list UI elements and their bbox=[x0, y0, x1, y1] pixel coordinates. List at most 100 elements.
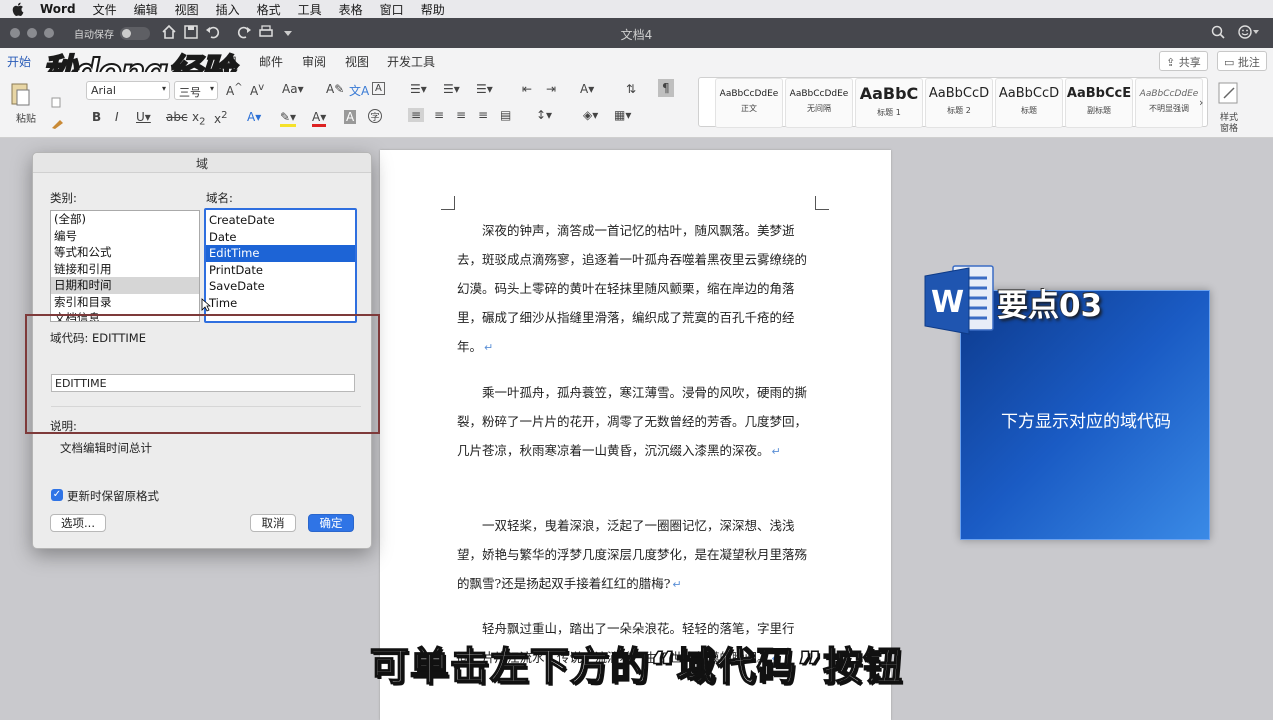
smiley-feedback-icon[interactable] bbox=[1238, 25, 1259, 43]
subscript-icon[interactable]: x2 bbox=[192, 110, 205, 127]
format-painter-icon[interactable] bbox=[50, 116, 66, 133]
field-name-item-selected[interactable]: EditTime bbox=[206, 245, 355, 262]
distributed-icon[interactable]: ▤ bbox=[500, 108, 511, 122]
close-window-button[interactable] bbox=[10, 28, 20, 38]
cancel-button[interactable]: 取消 bbox=[250, 514, 296, 532]
character-border-icon[interactable]: A bbox=[372, 82, 385, 95]
share-button[interactable]: ⇪ 共享 bbox=[1159, 51, 1208, 71]
print-icon[interactable] bbox=[258, 24, 276, 42]
search-icon[interactable] bbox=[1211, 25, 1229, 43]
show-formatting-marks-icon[interactable]: ¶ bbox=[658, 79, 674, 97]
clear-format-icon[interactable]: A✎ bbox=[326, 82, 344, 96]
field-name-item[interactable]: Time bbox=[206, 295, 355, 312]
field-name-item[interactable]: PrintDate bbox=[206, 262, 355, 279]
category-item[interactable]: 链接和引用 bbox=[51, 261, 199, 278]
menu-insert[interactable]: 插入 bbox=[216, 1, 240, 18]
style-sample: AaBbCcDdEe bbox=[719, 89, 779, 99]
underline-icon[interactable]: U▾ bbox=[136, 110, 151, 124]
shrink-font-icon[interactable]: Av bbox=[250, 82, 264, 98]
bullets-icon[interactable]: ☰▾ bbox=[410, 82, 427, 96]
tab-view[interactable]: 视图 bbox=[345, 53, 369, 70]
style-heading-1[interactable]: AaBbC 标题 1 bbox=[855, 78, 923, 128]
bold-icon[interactable]: B bbox=[92, 110, 101, 124]
preserve-format-checkbox[interactable]: ✓ bbox=[51, 489, 63, 501]
text-direction-icon[interactable]: A▾ bbox=[580, 82, 594, 96]
options-button[interactable]: 选项... bbox=[50, 514, 106, 532]
character-shading-icon[interactable]: A bbox=[344, 110, 357, 124]
field-name-item[interactable]: SaveDate bbox=[206, 278, 355, 295]
align-center-icon[interactable]: ≡ bbox=[434, 108, 444, 122]
category-item[interactable]: (全部) bbox=[51, 211, 199, 228]
field-name-item[interactable]: CreateDate bbox=[206, 212, 355, 229]
paste-icon[interactable] bbox=[9, 80, 33, 111]
field-name-item[interactable]: Date bbox=[206, 229, 355, 246]
grow-font-icon[interactable]: A^ bbox=[226, 82, 243, 98]
menu-help[interactable]: 帮助 bbox=[421, 1, 445, 18]
increase-indent-icon[interactable]: ⇥ bbox=[546, 82, 556, 96]
font-color-icon[interactable]: A▾ bbox=[312, 110, 327, 127]
menu-format[interactable]: 格式 bbox=[257, 1, 281, 18]
shading-icon[interactable]: ◈▾ bbox=[583, 108, 598, 122]
styles-pane-icon[interactable] bbox=[1216, 80, 1242, 109]
style-subtle-emphasis[interactable]: AaBbCcDdEe 不明显强调 bbox=[1135, 78, 1203, 128]
category-item-selected[interactable]: 日期和时间 bbox=[51, 277, 199, 294]
enclose-character-icon[interactable]: 字 bbox=[368, 109, 382, 123]
style-heading-2[interactable]: AaBbCcD 标题 2 bbox=[925, 78, 993, 128]
save-icon[interactable] bbox=[183, 24, 201, 42]
ribbon-toolbar: 粘贴 Arial ▾ 三号 ▾ A^ Av Aa▾ A✎ 文A A B I U▾… bbox=[0, 72, 1273, 138]
undo-icon[interactable] bbox=[205, 24, 223, 42]
customize-toolbar-icon[interactable] bbox=[283, 27, 301, 45]
style-subtitle[interactable]: AaBbCcE 副标题 bbox=[1065, 78, 1133, 128]
apple-icon[interactable] bbox=[12, 2, 26, 16]
zoom-window-button[interactable] bbox=[44, 28, 54, 38]
style-no-spacing[interactable]: AaBbCcDdEe 无间隔 bbox=[785, 78, 853, 128]
line-spacing-icon[interactable]: ↕▾ bbox=[536, 108, 552, 122]
home-icon[interactable] bbox=[161, 24, 179, 42]
menu-word[interactable]: Word bbox=[40, 2, 76, 16]
text-effects-icon[interactable]: A▾ bbox=[247, 110, 261, 124]
align-right-icon[interactable]: ≡ bbox=[456, 108, 466, 122]
ok-button[interactable]: 确定 bbox=[308, 514, 354, 532]
copy-icon[interactable] bbox=[50, 96, 64, 113]
font-size-select[interactable]: 三号 ▾ bbox=[174, 81, 218, 100]
menu-tools[interactable]: 工具 bbox=[298, 1, 322, 18]
tab-developer[interactable]: 开发工具 bbox=[387, 53, 435, 70]
sort-icon[interactable]: ⇅ bbox=[626, 82, 636, 96]
phonetic-guide-icon[interactable]: 文A bbox=[349, 82, 369, 99]
strikethrough-icon[interactable]: abc bbox=[166, 110, 188, 124]
category-item[interactable]: 索引和目录 bbox=[51, 294, 199, 311]
autosave-toggle[interactable] bbox=[120, 27, 150, 40]
categories-list[interactable]: (全部) 编号 等式和公式 链接和引用 日期和时间 索引和目录 文档信息 bbox=[50, 210, 200, 322]
document-page[interactable]: 深夜的钟声，滴答成一首记忆的枯叶，随风飘落。美梦逝去，斑驳成点滴殇寥，追逐着一叶… bbox=[380, 150, 891, 720]
menu-file[interactable]: 文件 bbox=[93, 1, 117, 18]
redo-icon[interactable] bbox=[236, 24, 254, 42]
category-item[interactable]: 编号 bbox=[51, 228, 199, 245]
superscript-icon[interactable]: x2 bbox=[214, 110, 227, 126]
comments-button[interactable]: ▭ 批注 bbox=[1217, 51, 1267, 71]
paragraph-text: 乘一叶孤舟，孤舟蓑笠，寒江薄雪。浸骨的风吹，硬雨的撕裂，粉碎了一片片的花开，凋零… bbox=[457, 385, 808, 458]
font-name-select[interactable]: Arial ▾ bbox=[86, 81, 170, 100]
style-title[interactable]: AaBbCcD 标题 bbox=[995, 78, 1063, 128]
highlight-color-icon[interactable]: ✎▾ bbox=[280, 110, 297, 127]
menu-table[interactable]: 表格 bbox=[339, 1, 363, 18]
minimize-window-button[interactable] bbox=[27, 28, 37, 38]
style-normal[interactable]: AaBbCcDdEe 正文 bbox=[715, 78, 783, 128]
mouse-cursor-icon bbox=[201, 298, 212, 315]
decrease-indent-icon[interactable]: ⇤ bbox=[522, 82, 532, 96]
menu-edit[interactable]: 编辑 bbox=[134, 1, 158, 18]
field-names-list[interactable]: CreateDate Date EditTime PrintDate SaveD… bbox=[204, 208, 357, 323]
chevron-right-icon[interactable]: › bbox=[1199, 96, 1203, 109]
category-item[interactable]: 等式和公式 bbox=[51, 244, 199, 261]
menu-view[interactable]: 视图 bbox=[175, 1, 199, 18]
multilevel-list-icon[interactable]: ☰▾ bbox=[476, 82, 493, 96]
italic-icon[interactable]: I bbox=[115, 110, 119, 124]
align-left-icon[interactable]: ≡ bbox=[408, 108, 425, 122]
change-case-icon[interactable]: Aa▾ bbox=[282, 82, 304, 96]
chevron-down-icon: ▾ bbox=[209, 84, 214, 93]
borders-icon[interactable]: ▦▾ bbox=[614, 108, 631, 122]
justify-icon[interactable]: ≡ bbox=[478, 108, 488, 122]
tab-mailings[interactable]: 邮件 bbox=[259, 53, 283, 70]
numbering-icon[interactable]: ☰▾ bbox=[443, 82, 460, 96]
menu-window[interactable]: 窗口 bbox=[380, 1, 404, 18]
tab-review[interactable]: 审阅 bbox=[302, 53, 326, 70]
